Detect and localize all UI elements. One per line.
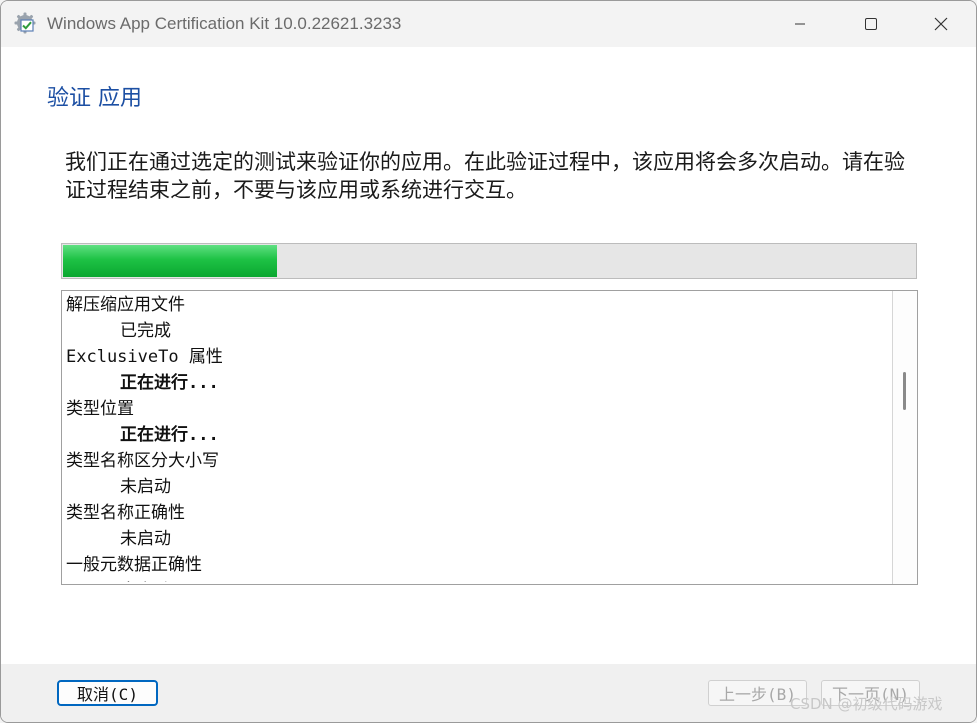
app-window: Windows App Certification Kit 10.0.22621…	[0, 0, 977, 723]
test-log-list[interactable]: 解压缩应用文件 已完成 ExclusiveTo 属性 正在进行... 类型位置 正在进行.…	[61, 290, 918, 585]
gear-checkmark-icon	[13, 11, 37, 35]
footer-bar: 取消(C) 上一步(B) 下一页(N)	[1, 664, 976, 722]
log-status: 未启动	[120, 477, 171, 497]
log-status: 未启动	[120, 529, 171, 549]
maximize-button[interactable]	[836, 1, 906, 47]
log-status: 正在进行...	[120, 425, 219, 445]
vertical-scrollbar[interactable]	[892, 291, 917, 584]
minimize-icon	[795, 23, 805, 25]
page-title: 验证 应用	[47, 86, 142, 111]
log-test-name: 解压缩应用文件	[66, 295, 185, 315]
window-title: Windows App Certification Kit 10.0.22621…	[47, 14, 402, 33]
log-test-name: 一般元数据正确性	[66, 555, 202, 575]
scroll-thumb[interactable]	[903, 372, 906, 410]
progress-bar	[61, 243, 917, 279]
maximize-icon	[865, 18, 877, 30]
log-status: 正在进行...	[120, 373, 219, 393]
progress-fill	[63, 245, 277, 277]
previous-button[interactable]: 上一步(B)	[708, 680, 807, 706]
log-test-name: ExclusiveTo 属性	[66, 347, 223, 367]
cancel-button[interactable]: 取消(C)	[57, 680, 158, 706]
minimize-button[interactable]	[765, 1, 835, 47]
log-content: 解压缩应用文件 已完成 ExclusiveTo 属性 正在进行... 类型位置 正在进行.…	[66, 292, 890, 582]
close-icon	[934, 17, 948, 31]
log-status: 未启动	[66, 578, 890, 582]
log-test-name: 类型名称正确性	[66, 503, 185, 523]
log-test-name: 类型位置	[66, 399, 134, 419]
title-bar[interactable]: Windows App Certification Kit 10.0.22621…	[1, 1, 976, 47]
content-area: 验证 应用 我们正在通过选定的测试来验证你的应用。在此验证过程中，该应用将会多次…	[1, 47, 976, 664]
log-test-name: 类型名称区分大小写	[66, 451, 219, 471]
page-description: 我们正在通过选定的测试来验证你的应用。在此验证过程中，该应用将会多次启动。请在验…	[65, 150, 905, 202]
log-status: 已完成	[120, 321, 171, 341]
close-button[interactable]	[906, 1, 976, 47]
next-button[interactable]: 下一页(N)	[821, 680, 920, 706]
